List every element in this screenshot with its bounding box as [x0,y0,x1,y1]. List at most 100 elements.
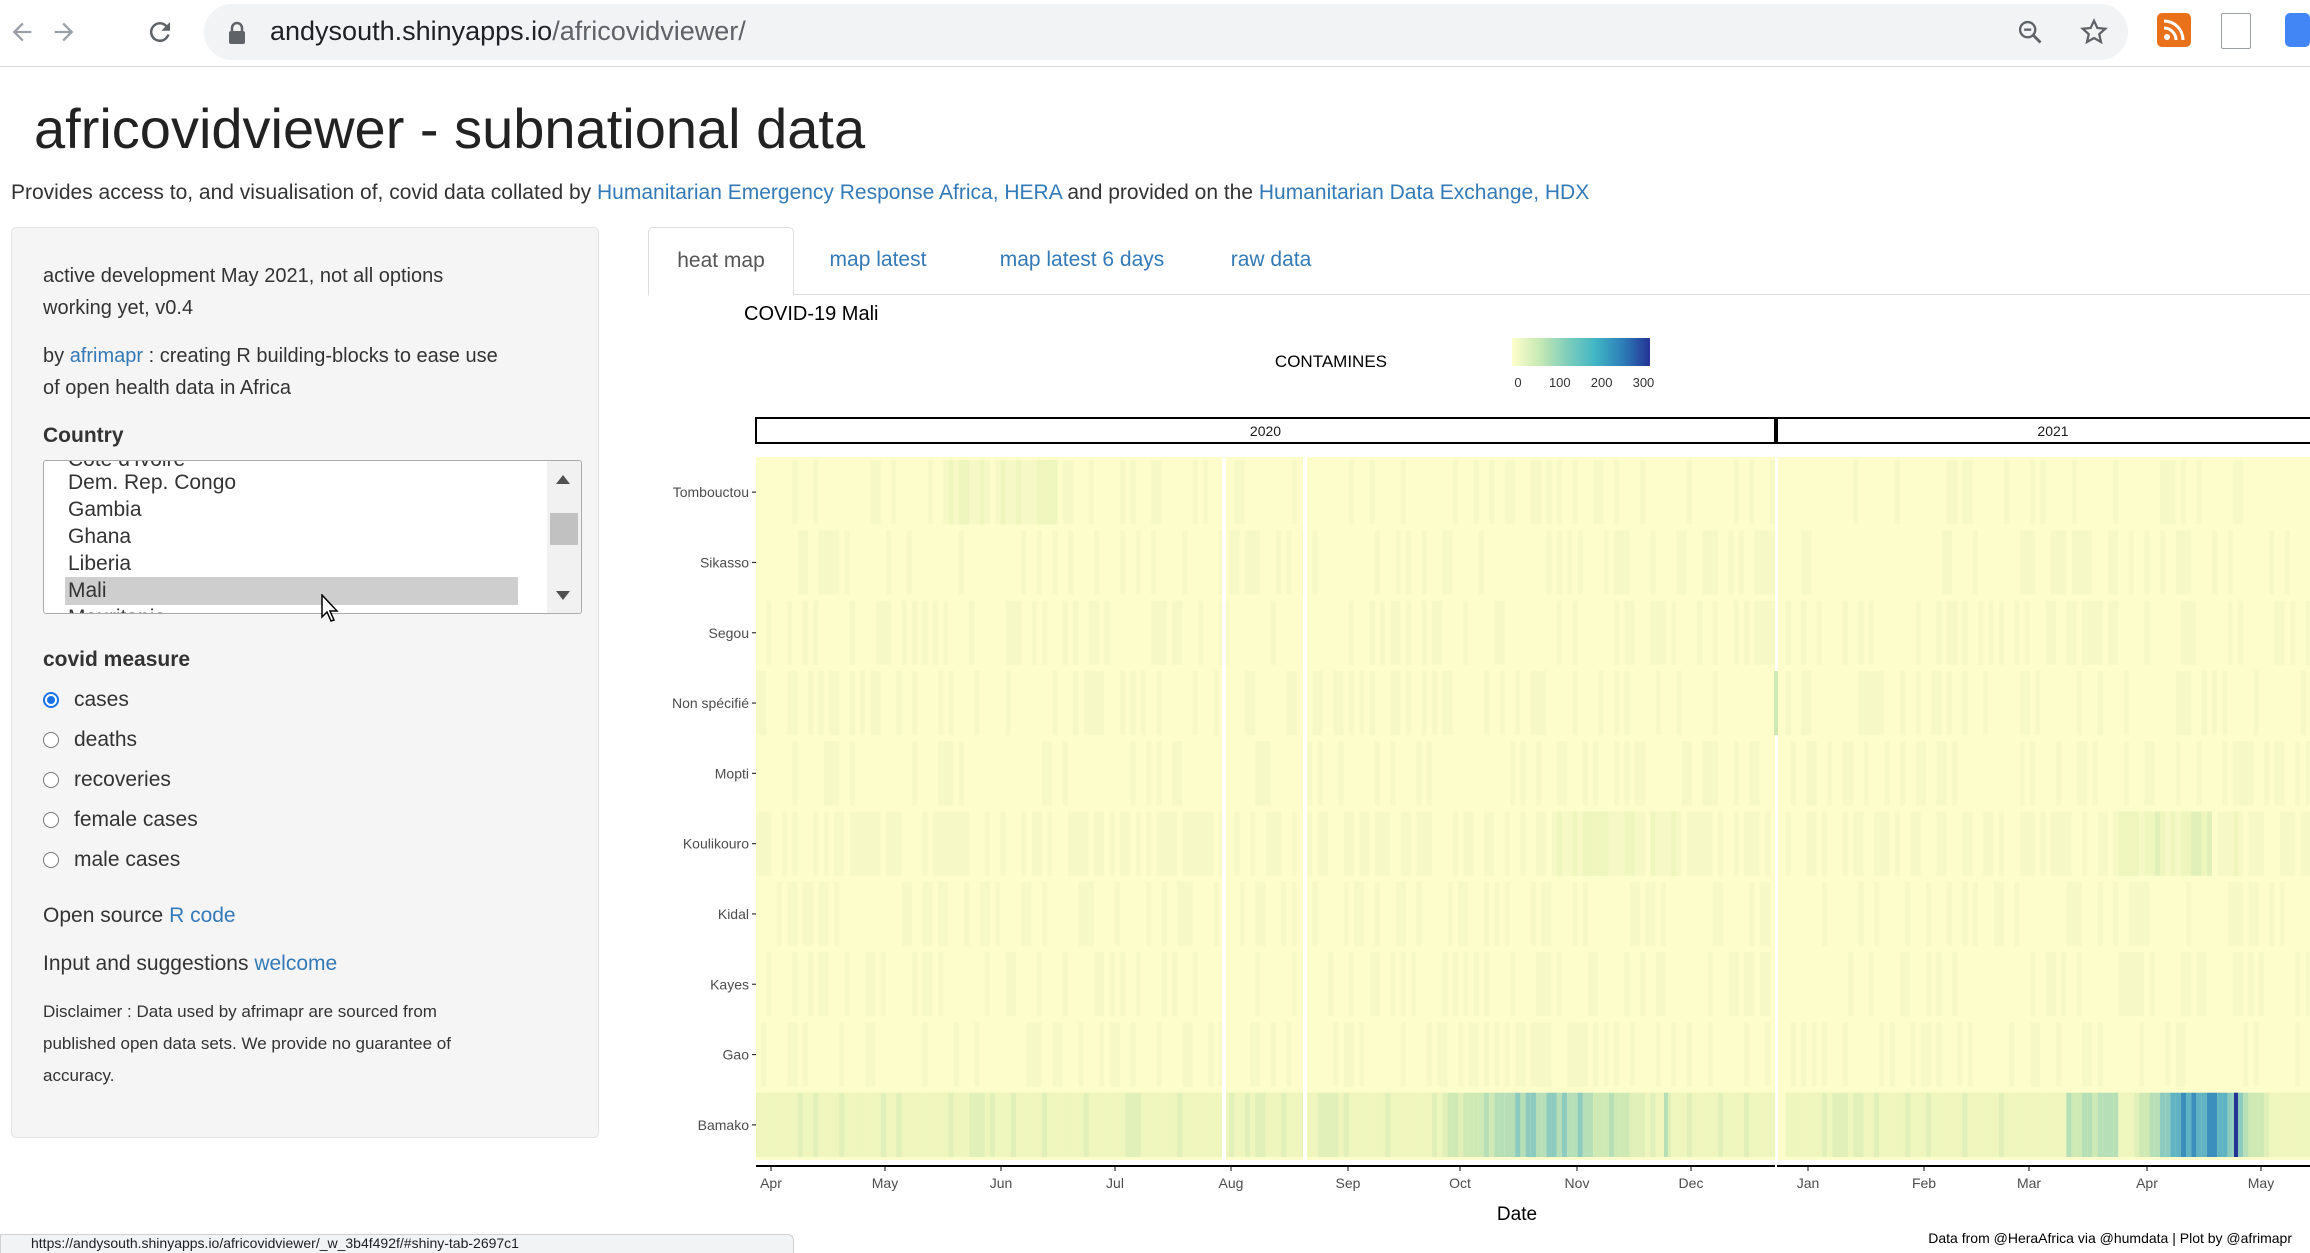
back-button[interactable] [2,12,42,52]
heat-cell [2180,530,2186,595]
heat-cell [2238,811,2244,876]
radio-button-icon[interactable] [43,772,59,788]
heat-cell [1369,670,1375,736]
heat-cell [1078,1022,1084,1087]
heat-cell [1270,1022,1276,1087]
heat-cell [1588,952,1594,1017]
heat-cell [787,881,793,947]
heat-cell [958,811,964,876]
heat-cell [2030,460,2036,525]
hera-link[interactable]: Humanitarian Emergency Response Africa, … [597,181,1062,204]
heat-cell [2045,600,2051,665]
bookmark-star-icon[interactable] [2076,14,2112,50]
measure-radio-male-cases[interactable]: male cases [43,845,180,875]
url-text[interactable]: andysouth.shinyapps.io/africovidviewer/ [270,16,746,47]
reload-button[interactable] [140,12,180,52]
r-code-link[interactable]: R code [169,904,236,927]
country-option[interactable]: Mauritania [65,604,518,613]
heat-cell [2045,1092,2051,1157]
measure-radio-female-cases[interactable]: female cases [43,805,198,835]
heat-cell [2056,741,2062,806]
heat-cell [2248,741,2254,806]
radio-button-icon[interactable] [43,852,59,868]
zoom-icon[interactable] [2012,14,2048,50]
heat-cell [1062,1092,1068,1157]
heat-cell [2243,741,2249,806]
input-line: Input and suggestions welcome [43,948,337,980]
back-arrow-icon [12,22,32,42]
heat-cell [1421,1092,1427,1157]
heat-cell [1432,1092,1438,1157]
scroll-down-arrow-icon[interactable] [556,591,570,600]
scroll-up-arrow-icon[interactable] [556,475,570,484]
tab-heat-map[interactable]: heat map [648,227,794,296]
heat-cell [1291,670,1297,736]
heat-cell [2071,600,2077,665]
heat-cell [1801,1092,1807,1157]
heat-cell [1504,881,1510,947]
heat-cell [1962,1092,1968,1157]
heat-cell [1359,670,1365,736]
heat-cell [1614,530,1620,595]
heat-cell [1151,600,1157,665]
heat-cell [1655,1022,1661,1087]
address-bar[interactable]: andysouth.shinyapps.io/africovidviewer/ [204,4,2128,60]
heat-cell [1707,811,1713,876]
country-option-selected[interactable]: Mali [65,577,518,605]
heat-cell [1946,460,1952,525]
byline-text: of open health data in Africa [43,377,291,399]
list-scrollbar[interactable] [547,461,581,613]
country-option[interactable]: Gambia [65,496,518,524]
radio-button-icon[interactable] [43,692,59,708]
heat-cell [1900,741,1906,806]
heat-cell [1374,811,1380,876]
heat-cell [1343,811,1349,876]
measure-radio-deaths[interactable]: deaths [43,725,137,755]
radio-button-icon[interactable] [43,812,59,828]
forward-arrow-icon [54,22,74,42]
document-extension-icon[interactable] [2221,13,2251,49]
heat-cell [922,1092,928,1157]
heat-cell [1858,811,1864,876]
heat-cell [1151,1092,1157,1157]
heat-cell [1099,670,1105,736]
heat-cell [1010,1092,1016,1157]
tab-map-latest-6-days[interactable]: map latest 6 days [966,227,1198,293]
heat-cell [995,881,1001,947]
heat-cell [2305,811,2310,876]
country-option[interactable]: Dem. Rep. Congo [65,469,518,497]
heat-cell [787,600,793,665]
heat-cell [1744,952,1750,1017]
country-select-list[interactable]: Côte d'Ivoire Dem. Rep. Congo Gambia Gha… [43,460,582,614]
country-option[interactable]: Ghana [65,523,518,551]
tab-map-latest[interactable]: map latest [808,227,948,293]
tab-raw-data[interactable]: raw data [1202,227,1340,293]
heat-cell [1291,1092,1297,1157]
heat-cell [1234,530,1240,595]
heat-cell [1426,811,1432,876]
heat-cell [1905,1092,1911,1157]
heat-cell [1915,600,1921,665]
forward-button[interactable] [44,12,84,52]
measure-radio-cases[interactable]: cases [43,685,129,715]
heat-cell [1187,1022,1193,1087]
scroll-thumb[interactable] [550,513,578,545]
radio-button-icon[interactable] [43,732,59,748]
heat-cell [1686,741,1692,806]
heat-cell [1759,530,1765,595]
x-tick-label: Dec [1679,1175,1704,1191]
welcome-link[interactable]: welcome [254,952,337,975]
heat-cell [1156,1022,1162,1087]
afrimapr-link[interactable]: afrimapr [70,345,143,367]
country-option[interactable]: Liberia [65,550,518,578]
heat-cell [1884,1092,1890,1157]
extension-icon[interactable] [2285,13,2310,47]
heat-cell [761,1092,767,1157]
measure-radio-recoveries[interactable]: recoveries [43,765,171,795]
heat-cell [1146,881,1152,947]
heat-cell [808,1092,814,1157]
heat-cell [1816,600,1822,665]
y-tick-label: Tombouctou [673,484,749,500]
hdx-link[interactable]: Humanitarian Data Exchange, HDX [1259,181,1589,204]
rss-extension-icon[interactable] [2157,13,2191,47]
